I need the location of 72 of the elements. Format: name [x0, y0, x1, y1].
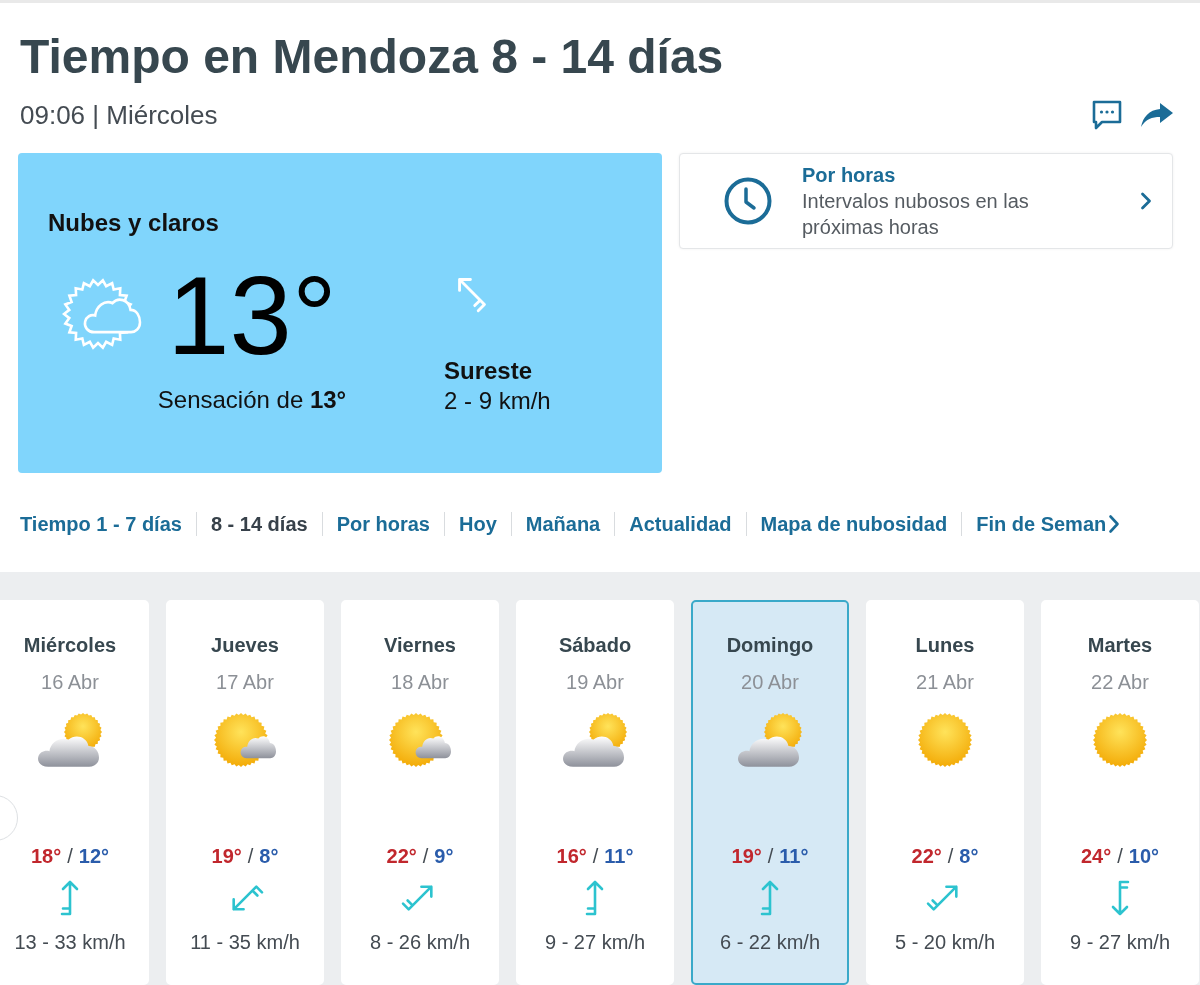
day-card[interactable]: Martes 22 Abr 24° / 10° 9 - 27 km/h	[1041, 600, 1199, 985]
nav-link[interactable]: Tiempo 1 - 7 días	[20, 510, 182, 538]
day-date: 18 Abr	[391, 670, 449, 694]
nav-link[interactable]: Fin de Seman	[976, 510, 1107, 538]
wind-speed: 13 - 33 km/h	[14, 930, 126, 954]
wind-speed: 6 - 22 km/h	[719, 930, 820, 954]
min-temperature: 9°	[434, 844, 454, 868]
temperature-slash: /	[247, 844, 254, 868]
temperature-slash: /	[1117, 844, 1123, 868]
min-temperature: 11°	[604, 844, 634, 868]
day-card[interactable]: Domingo 20 Abr 19° / 11° 6 - 22 km/h	[691, 600, 849, 985]
day-date: 22 Abr	[1091, 670, 1149, 694]
day-name: Viernes	[384, 633, 456, 657]
temperature-slash: /	[422, 844, 429, 868]
nav-link[interactable]: Hoy	[459, 510, 497, 538]
day-name: Sábado	[558, 633, 632, 657]
wind-speed: 8 - 26 km/h	[369, 930, 470, 954]
max-temperature: 19°	[211, 844, 242, 868]
nav-link[interactable]: Por horas	[336, 510, 430, 538]
comment-icon[interactable]	[1091, 100, 1123, 130]
min-temperature: 8°	[259, 844, 279, 868]
day-card[interactable]: Miércoles 16 Abr 18° / 12° 13 - 33 km/h	[0, 600, 149, 985]
max-temperature: 22°	[386, 844, 417, 868]
temperature-slash: /	[67, 844, 73, 868]
wind-speed: 9 - 27 km/h	[544, 930, 645, 954]
day-card[interactable]: Viernes 18 Abr 22° / 9° 8 - 26 km/h	[341, 600, 499, 985]
day-date: 20 Abr	[741, 670, 799, 694]
wind-speed: 5 - 20 km/h	[894, 930, 995, 954]
temperature-slash: /	[592, 844, 599, 868]
max-temperature: 19°	[731, 844, 762, 868]
wind-speed: 9 - 27 km/h	[1069, 930, 1170, 954]
day-date: 16 Abr	[41, 670, 99, 694]
day-card[interactable]: Lunes 21 Abr 22° / 8° 5 - 20 km/h	[866, 600, 1024, 985]
day-name: Miércoles	[23, 633, 117, 657]
hourly-description: Intervalos nubosos en las próximas horas	[802, 189, 1030, 240]
chevron-right-icon	[1140, 192, 1152, 210]
max-temperature: 24°	[1080, 844, 1112, 868]
page-title: Tiempo en Mendoza 8 - 14 días	[20, 29, 724, 85]
day-card[interactable]: Jueves 17 Abr 19° / 8° 11 - 35 km/h	[166, 600, 324, 985]
nav-link[interactable]: 8 - 14 días	[210, 510, 308, 538]
wind-speed: 11 - 35 km/h	[190, 930, 300, 954]
hourly-forecast-card[interactable]: Por horas Intervalos nubosos en las próximas horas	[679, 153, 1173, 249]
max-temperature: 18°	[30, 844, 62, 868]
max-temperature: 22°	[911, 844, 942, 868]
min-temperature: 10°	[1128, 844, 1160, 868]
temperature-slash: /	[767, 844, 774, 868]
current-temperature: 13°	[167, 260, 337, 372]
feels-like: Sensación de 13°	[157, 388, 347, 412]
day-name: Martes	[1087, 633, 1153, 657]
day-date: 19 Abr	[566, 670, 624, 694]
day-date: 17 Abr	[216, 670, 274, 694]
day-name: Lunes	[915, 633, 975, 657]
day-card[interactable]: Sábado 19 Abr 16° / 11° 9 - 27 km/h	[516, 600, 674, 985]
wind-direction: Sureste	[444, 359, 533, 383]
update-time: 09:06 | Miércoles	[20, 99, 218, 131]
max-temperature: 16°	[556, 844, 587, 868]
wind-speed: 2 - 9 km/h	[444, 389, 551, 413]
chevron-right-icon[interactable]	[1108, 514, 1121, 534]
day-name: Domingo	[726, 633, 814, 657]
min-temperature: 11°	[779, 844, 809, 868]
nav-link[interactable]: Mañana	[525, 510, 601, 538]
min-temperature: 12°	[78, 844, 110, 868]
min-temperature: 8°	[959, 844, 979, 868]
share-icon[interactable]	[1141, 103, 1173, 127]
day-name: Jueves	[211, 633, 279, 657]
nav-link[interactable]: Mapa de nubosidad	[760, 510, 948, 538]
day-date: 21 Abr	[916, 670, 974, 694]
clock-icon	[724, 177, 772, 225]
hourly-title: Por horas	[802, 163, 896, 188]
weather-condition: Nubes y claros	[48, 208, 219, 238]
temperature-slash: /	[947, 844, 954, 868]
nav-link[interactable]: Actualidad	[629, 510, 732, 538]
